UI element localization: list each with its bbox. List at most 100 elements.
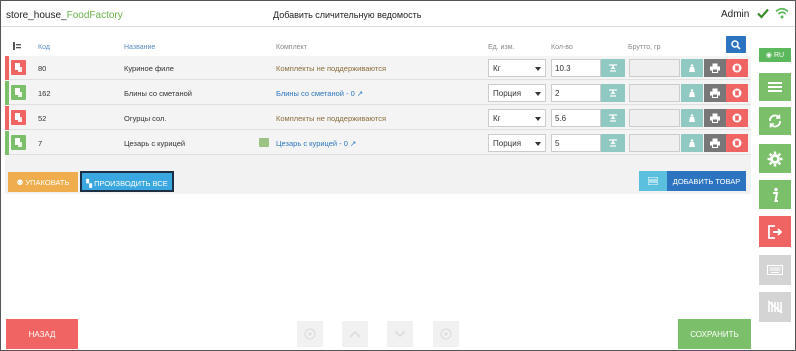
qty-input[interactable]: 5.6 — [551, 109, 601, 127]
delete-button[interactable] — [726, 84, 748, 102]
top-header: store_house_FoodFactory Добавить сличите… — [1, 1, 795, 27]
info-icon — [773, 187, 779, 202]
pack-button[interactable]: ⚉ УПАКОВАТЬ — [8, 172, 78, 192]
add-product-button[interactable]: ДОБАВИТЬ ТОВАР — [667, 171, 746, 191]
table-row[interactable]: 52 Огурцы сол. Комплекты не поддерживают… — [5, 106, 751, 130]
printer-icon — [710, 63, 720, 73]
delete-button[interactable] — [726, 109, 748, 127]
produce-all-button[interactable]: ▚ ПРОИЗВОДИТЬ ВСЕ — [80, 171, 174, 192]
row-name: Блины со сметаной — [124, 89, 192, 98]
unit-select[interactable]: Кг — [488, 59, 546, 77]
row-code: 162 — [38, 89, 51, 98]
row-code: 80 — [38, 64, 47, 73]
scale-button[interactable] — [601, 134, 625, 152]
keyboard-button[interactable] — [759, 255, 791, 285]
items-panel: Код Название Комплект Ед. изм. Кол-во Бр… — [5, 34, 751, 194]
scale-button[interactable] — [601, 109, 625, 127]
unit-value: Кг — [493, 114, 501, 123]
row-status-bar — [5, 131, 9, 155]
nav-first-button[interactable] — [297, 321, 323, 347]
table-row[interactable]: 7 Цезарь с курицей Цезарь с курицей - 0 … — [5, 131, 751, 155]
col-gross: Брутто, гр — [628, 44, 661, 51]
table-row[interactable]: 80 Куриное филе Комплекты не поддерживаю… — [5, 56, 751, 80]
gross-input[interactable] — [629, 59, 680, 77]
barcode-scan-button[interactable] — [639, 171, 667, 191]
col-qty: Кол-во — [551, 44, 573, 51]
scale-button[interactable] — [601, 59, 625, 77]
scale-icon — [609, 114, 617, 122]
print-button[interactable] — [704, 59, 726, 77]
chevron-down-icon — [394, 330, 406, 338]
weigh-button[interactable] — [681, 109, 703, 127]
search-button[interactable] — [726, 36, 746, 53]
unit-select[interactable]: Порция — [488, 84, 546, 102]
barcode-off-button[interactable] — [759, 292, 791, 322]
col-code[interactable]: Код — [38, 44, 50, 51]
brand-accent: FoodFactory — [66, 10, 123, 21]
print-button[interactable] — [704, 84, 726, 102]
sync-button[interactable] — [759, 107, 791, 135]
weight-icon — [689, 139, 695, 147]
weigh-button[interactable] — [681, 84, 703, 102]
chevron-down-icon — [535, 92, 541, 96]
row-name: Огурцы сол. — [124, 114, 167, 123]
scale-button[interactable] — [601, 84, 625, 102]
nav-up-button[interactable] — [342, 321, 368, 347]
row-code: 7 — [38, 139, 43, 148]
pack-label: УПАКОВАТЬ — [25, 178, 70, 187]
trash-icon — [732, 113, 742, 123]
user-name[interactable]: Admin — [721, 9, 749, 20]
table-row[interactable]: 162 Блины со сметаной Блины со сметаной … — [5, 81, 751, 105]
barcode-off-icon — [767, 300, 783, 314]
gear-icon — [767, 151, 783, 166]
produce-all-label: ПРОИЗВОДИТЬ ВСЕ — [94, 179, 168, 188]
qty-input[interactable]: 10.3 — [551, 59, 601, 77]
trash-icon — [732, 63, 742, 73]
weight-icon — [689, 64, 695, 72]
chevron-down-icon — [535, 67, 541, 71]
nav-down-button[interactable] — [387, 321, 413, 347]
unit-select[interactable]: Порция — [488, 134, 546, 152]
row-status-bar — [5, 56, 9, 80]
back-button[interactable]: НАЗАД — [6, 319, 78, 349]
logout-button[interactable] — [759, 216, 791, 247]
nav-last-button[interactable] — [433, 321, 459, 347]
gross-input[interactable] — [629, 134, 680, 152]
globe-icon: ◉ — [765, 52, 774, 59]
page-title: Добавить сличительную ведомость — [273, 10, 422, 20]
print-button[interactable] — [704, 109, 726, 127]
gross-input[interactable] — [629, 109, 680, 127]
menu-button[interactable] — [759, 73, 791, 101]
gross-input[interactable] — [629, 84, 680, 102]
weigh-button[interactable] — [681, 59, 703, 77]
chevron-down-icon — [535, 117, 541, 121]
trash-icon — [732, 88, 742, 98]
col-name[interactable]: Название — [124, 44, 155, 51]
row-type-icon — [11, 60, 26, 75]
image-icon[interactable] — [259, 138, 269, 147]
scale-icon — [609, 89, 617, 97]
row-kit: Комплекты не поддерживаются — [276, 64, 387, 73]
list-select-icon[interactable] — [13, 42, 21, 50]
row-status-bar — [5, 106, 9, 130]
brand-prefix: store_house_ — [6, 10, 67, 21]
row-kit-link[interactable]: Блины со сметаной - 0 ↗ — [276, 89, 363, 98]
scale-icon — [609, 139, 617, 147]
row-status-bar — [5, 81, 9, 105]
qty-input[interactable]: 2 — [551, 84, 601, 102]
row-type-icon — [11, 85, 26, 100]
delete-button[interactable] — [726, 134, 748, 152]
menu-icon — [768, 82, 782, 92]
language-button[interactable]: ◉ RU — [759, 48, 791, 62]
weigh-button[interactable] — [681, 134, 703, 152]
save-button[interactable]: СОХРАНИТЬ — [678, 319, 751, 349]
delete-button[interactable] — [726, 59, 748, 77]
print-button[interactable] — [704, 134, 726, 152]
row-kit-link[interactable]: Цезарь с курицей - 0 ↗ — [276, 139, 356, 148]
wifi-icon — [775, 7, 789, 19]
qty-input[interactable]: 5 — [551, 134, 601, 152]
produce-icon: ▚ — [86, 179, 95, 188]
settings-button[interactable] — [759, 144, 791, 173]
unit-select[interactable]: Кг — [488, 109, 546, 127]
info-button[interactable] — [759, 180, 791, 209]
